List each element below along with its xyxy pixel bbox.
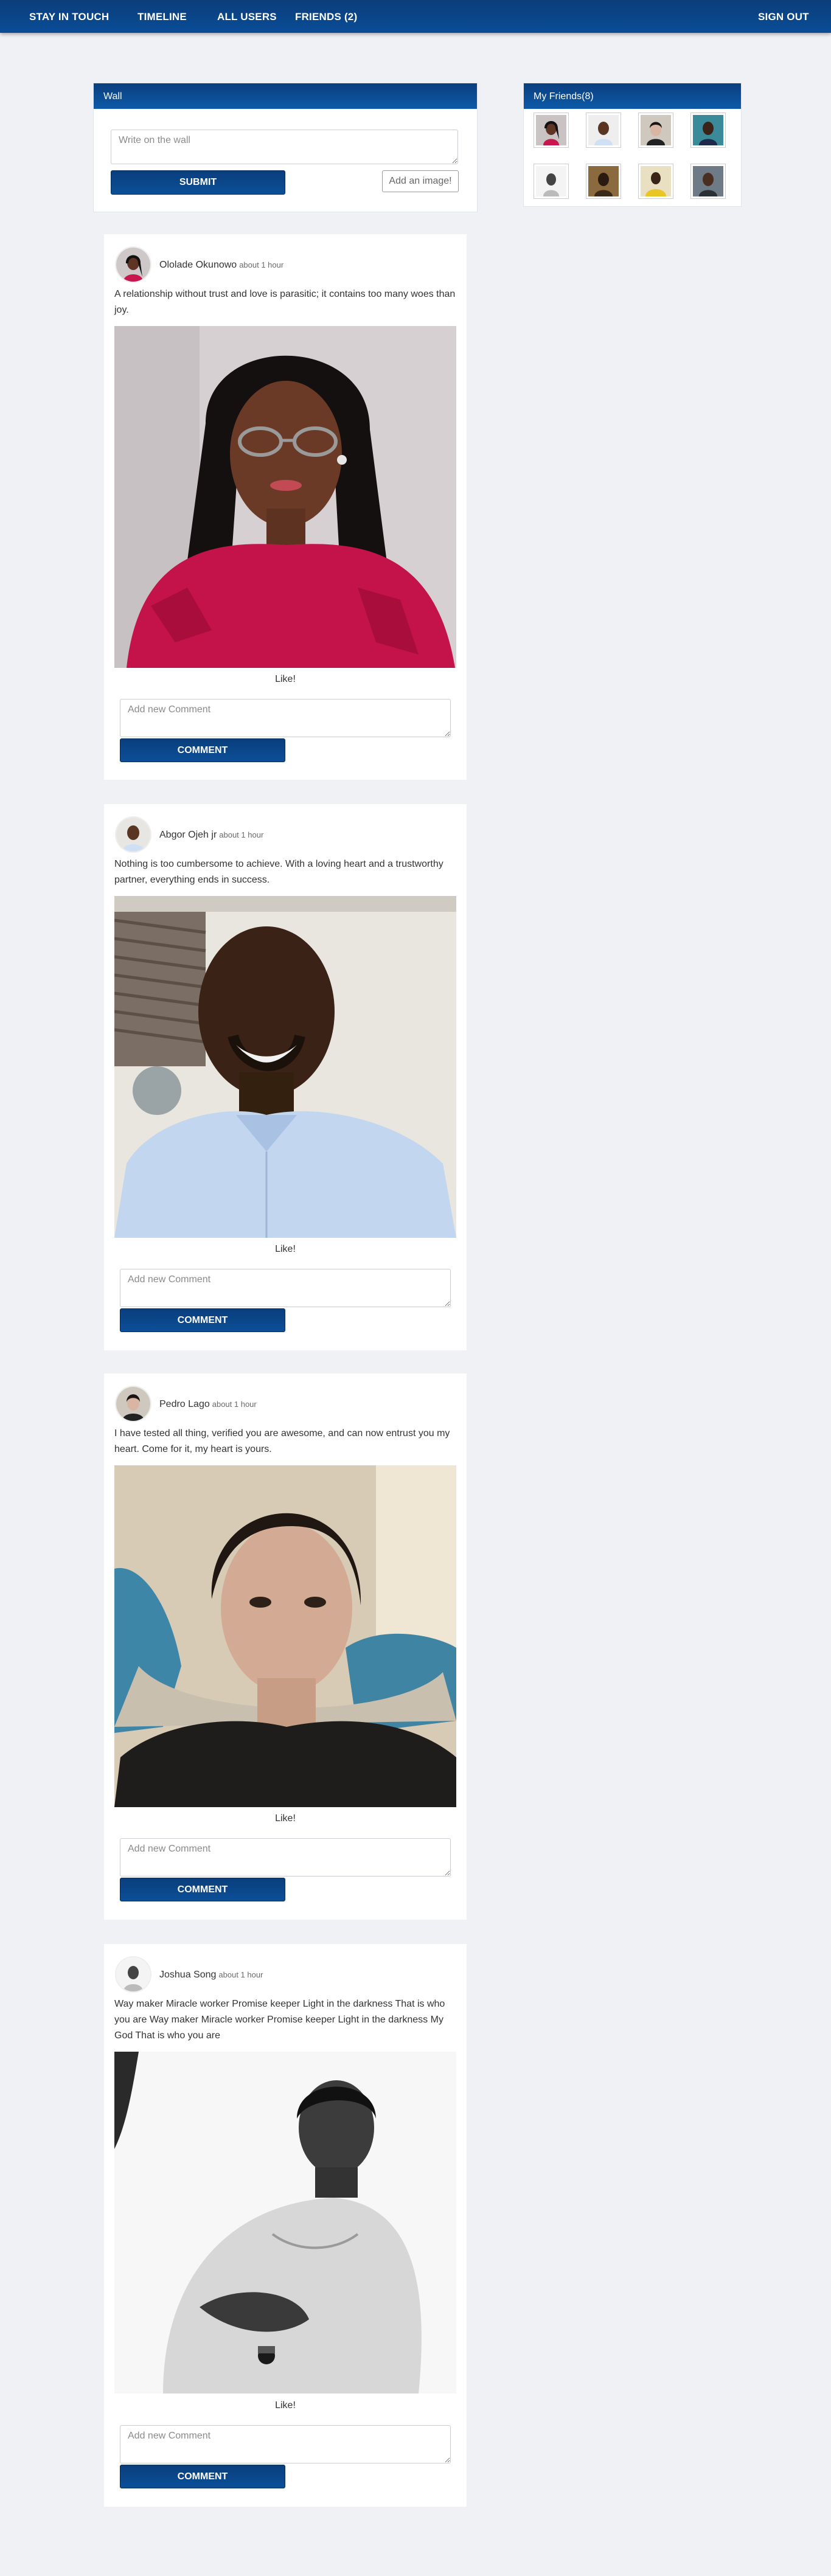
like-button[interactable]: Like! <box>104 1244 467 1255</box>
submit-button[interactable]: SUBMIT <box>111 170 285 195</box>
post-timestamp: about 1 hour <box>239 260 284 269</box>
friend-avatar[interactable] <box>691 164 725 198</box>
post-photo <box>114 2052 456 2394</box>
friend-avatar[interactable] <box>534 164 568 198</box>
post-card: Joshua Song about 1 hour Way maker Miracl… <box>104 1944 467 2507</box>
post-timestamp: about 1 hour <box>219 830 264 839</box>
wall-panel: Wall SUBMIT Add an image! <box>93 83 478 212</box>
nav-sign-out-link[interactable]: SIGN OUT <box>758 11 809 23</box>
friend-avatar[interactable] <box>691 113 725 147</box>
post-author-name[interactable]: Abgor Ojeh jr <box>159 830 217 840</box>
post-timestamp: about 1 hour <box>212 1400 257 1409</box>
friends-panel: My Friends(8) <box>523 83 742 207</box>
like-button[interactable]: Like! <box>104 674 467 685</box>
like-button[interactable]: Like! <box>104 2400 467 2411</box>
post-timestamp: about 1 hour <box>218 1970 263 1979</box>
friend-avatar[interactable] <box>586 164 621 198</box>
post-card: Ololade Okunowo about 1 hour A relationsh… <box>104 234 467 780</box>
add-image-button[interactable]: Add an image! <box>382 170 459 192</box>
comment-button[interactable]: COMMENT <box>120 1308 285 1332</box>
post-photo <box>114 326 456 668</box>
post-photo <box>114 1465 456 1807</box>
author-avatar[interactable] <box>115 1956 151 1993</box>
post-text: Way maker Miracle worker Promise keeper … <box>114 1999 445 2041</box>
post-text: Nothing is too cumbersome to achieve. Wi… <box>114 859 443 885</box>
comment-button[interactable]: COMMENT <box>120 2465 285 2488</box>
friend-avatar[interactable] <box>534 113 568 147</box>
friend-avatar[interactable] <box>639 113 673 147</box>
comment-input[interactable] <box>120 699 451 737</box>
comment-button[interactable]: COMMENT <box>120 1878 285 1901</box>
post-text: I have tested all thing, verified you ar… <box>114 1428 450 1454</box>
like-button[interactable]: Like! <box>104 1813 467 1824</box>
top-navbar: STAY IN TOUCH TIMELINE ALL USERS FRIENDS… <box>0 0 831 33</box>
author-avatar[interactable] <box>115 246 151 283</box>
post-photo <box>114 896 456 1238</box>
author-avatar[interactable] <box>115 1386 151 1422</box>
comment-input[interactable] <box>120 2425 451 2463</box>
comment-input[interactable] <box>120 1838 451 1876</box>
post-author-name[interactable]: Ololade Okunowo <box>159 260 237 270</box>
friends-panel-title: My Friends(8) <box>524 83 741 109</box>
post-card: Abgor Ojeh jr about 1 hour Nothing is too… <box>104 804 467 1350</box>
post-author-name[interactable]: Joshua Song <box>159 1970 216 1980</box>
nav-friends-link[interactable]: FRIENDS (2) <box>295 11 357 23</box>
comment-input[interactable] <box>120 1269 451 1307</box>
post-author-name[interactable]: Pedro Lago <box>159 1399 210 1409</box>
wall-post-input[interactable] <box>111 130 458 164</box>
author-avatar[interactable] <box>115 816 151 853</box>
nav-brand-link[interactable]: STAY IN TOUCH <box>29 11 109 23</box>
post-card: Pedro Lago about 1 hour I have tested all… <box>104 1373 467 1920</box>
friend-avatar[interactable] <box>586 113 621 147</box>
nav-all-users-link[interactable]: ALL USERS <box>217 11 277 23</box>
nav-timeline-link[interactable]: TIMELINE <box>137 11 187 23</box>
post-text: A relationship without trust and love is… <box>114 289 456 315</box>
friend-avatar[interactable] <box>639 164 673 198</box>
comment-button[interactable]: COMMENT <box>120 738 285 762</box>
wall-title: Wall <box>94 83 477 109</box>
